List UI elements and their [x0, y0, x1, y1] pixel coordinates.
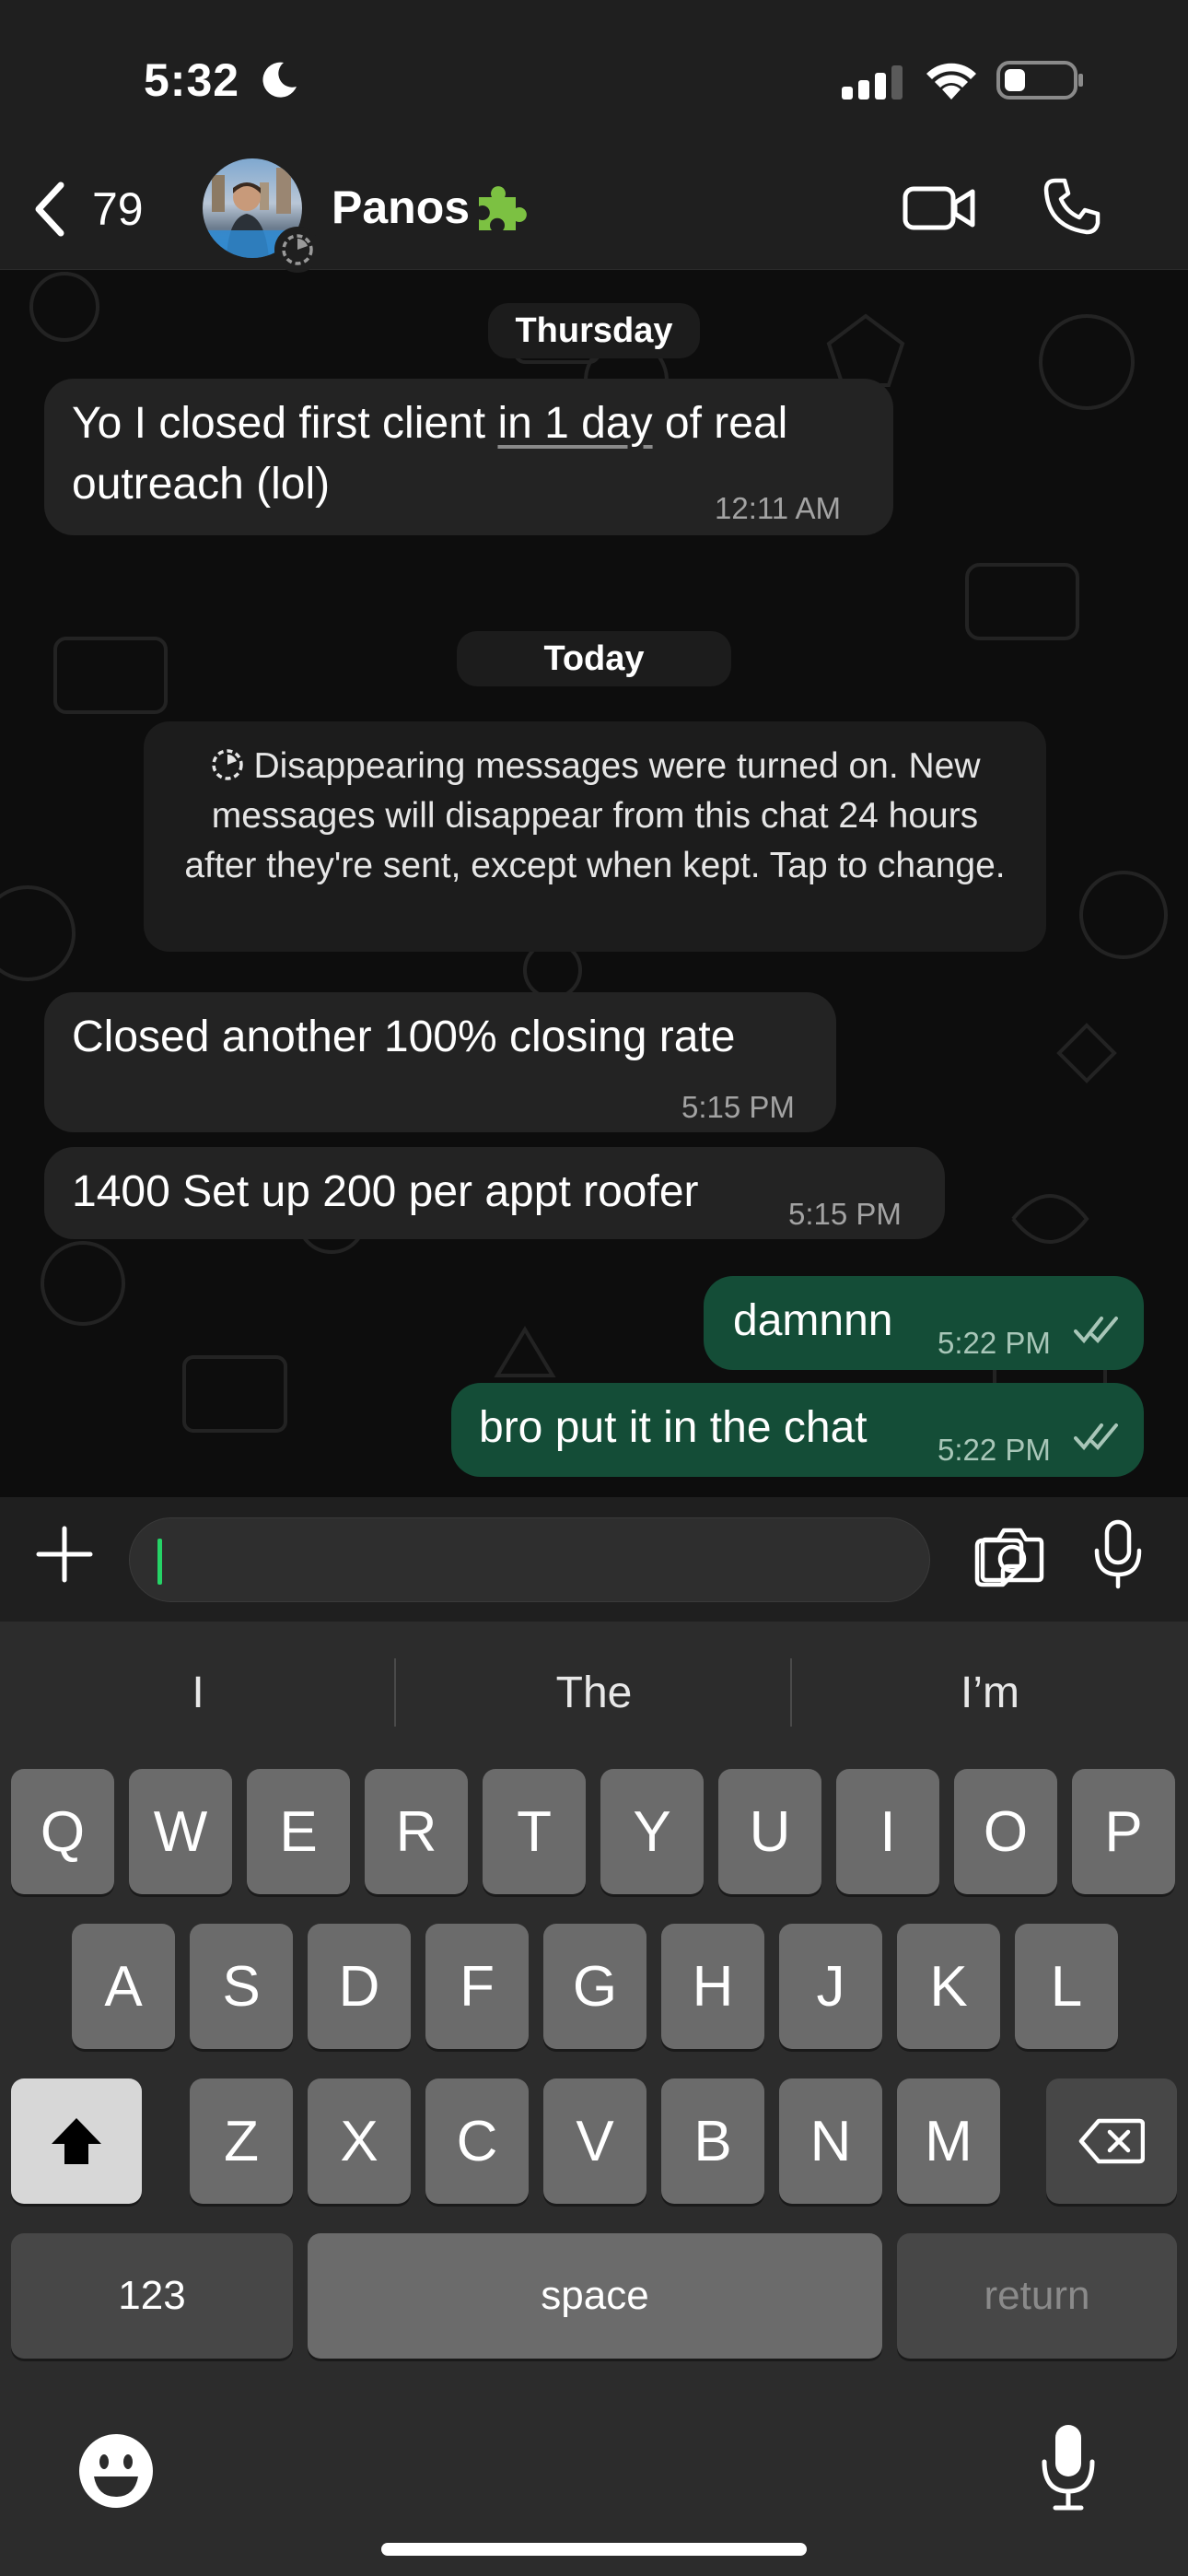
- key-y[interactable]: Y: [600, 1769, 704, 1894]
- numbers-key[interactable]: 123: [11, 2233, 293, 2359]
- message-input[interactable]: [129, 1517, 1024, 1602]
- key-v[interactable]: V: [543, 2078, 646, 2204]
- shift-key[interactable]: [11, 2078, 142, 2204]
- key-s[interactable]: S: [190, 1924, 293, 2049]
- message-composer: [0, 1497, 1188, 1622]
- dictation-mic-icon[interactable]: [1039, 2421, 1098, 2513]
- key-b[interactable]: B: [661, 2078, 764, 2204]
- key-u[interactable]: U: [718, 1769, 821, 1894]
- moon-icon: [262, 62, 297, 98]
- key-e[interactable]: E: [247, 1769, 350, 1894]
- suggestion-3[interactable]: I’m: [792, 1668, 1188, 1718]
- key-f[interactable]: F: [425, 1924, 529, 2049]
- key-z[interactable]: Z: [190, 2078, 293, 2204]
- video-call-icon[interactable]: [903, 181, 976, 236]
- key-w[interactable]: W: [129, 1769, 232, 1894]
- backspace-key[interactable]: [1046, 2078, 1177, 2204]
- message-text: Closed another 100% closing rate: [72, 1013, 736, 1061]
- read-receipt-icon: [1074, 1317, 1118, 1344]
- suggestion-1[interactable]: I: [0, 1668, 396, 1718]
- message-time: 5:15 PM: [681, 1090, 795, 1124]
- emoji-icon[interactable]: [76, 2430, 157, 2512]
- key-o[interactable]: O: [954, 1769, 1057, 1894]
- message-list[interactable]: Thursday Yo I closed first client in 1 d…: [0, 270, 1188, 1497]
- key-p[interactable]: P: [1072, 1769, 1175, 1894]
- wifi-icon: [926, 63, 976, 100]
- unread-count: 79: [92, 183, 144, 235]
- key-r[interactable]: R: [365, 1769, 468, 1894]
- home-indicator[interactable]: [381, 2543, 807, 2556]
- chevron-left-icon: [35, 181, 64, 237]
- disappearing-timer-icon: [274, 227, 320, 273]
- keyboard: I The I’m Q W E R T Y U I O P A S D F G …: [0, 1622, 1188, 2576]
- chat-header: 5:32 79 Panos: [0, 0, 1188, 273]
- message-text: damnnn: [733, 1296, 893, 1345]
- key-h[interactable]: H: [661, 1924, 764, 2049]
- key-a[interactable]: A: [72, 1924, 175, 2049]
- message-time: 5:15 PM: [788, 1197, 902, 1231]
- suggestion-2[interactable]: The: [396, 1668, 792, 1718]
- date-separator-thursday: Thursday: [488, 303, 700, 358]
- key-t[interactable]: T: [483, 1769, 586, 1894]
- status-time: 5:32: [144, 54, 240, 106]
- message-time: 5:22 PM: [938, 1433, 1051, 1467]
- disappearing-timer-icon: [212, 749, 244, 780]
- contact-name[interactable]: Panos: [332, 181, 470, 234]
- camera-icon[interactable]: [980, 1525, 1044, 1584]
- phone-call-icon[interactable]: [1042, 177, 1101, 236]
- key-n[interactable]: N: [779, 2078, 882, 2204]
- back-button[interactable]: 79: [31, 177, 144, 241]
- outgoing-message[interactable]: bro put it in the chat 5:22 PM: [451, 1383, 1144, 1477]
- key-l[interactable]: L: [1015, 1924, 1118, 2049]
- key-g[interactable]: G: [543, 1924, 646, 2049]
- return-key[interactable]: return: [897, 2233, 1177, 2359]
- key-q[interactable]: Q: [11, 1769, 114, 1894]
- predictive-text-bar: I The I’m: [0, 1622, 1188, 1760]
- date-separator-today: Today: [457, 631, 731, 686]
- date-link[interactable]: in 1 day: [497, 399, 652, 448]
- key-k[interactable]: K: [897, 1924, 1000, 2049]
- key-x[interactable]: X: [308, 2078, 411, 2204]
- incoming-message[interactable]: Yo I closed first client in 1 day of rea…: [44, 379, 893, 535]
- read-receipt-icon: [1074, 1423, 1118, 1451]
- incoming-message[interactable]: Closed another 100% closing rate 5:15 PM: [44, 992, 836, 1132]
- shift-icon: [52, 2118, 101, 2164]
- key-m[interactable]: M: [897, 2078, 1000, 2204]
- key-i[interactable]: I: [836, 1769, 939, 1894]
- key-c[interactable]: C: [425, 2078, 529, 2204]
- text-cursor: [157, 1539, 162, 1585]
- message-time: 12:11 AM: [715, 491, 841, 525]
- key-j[interactable]: J: [779, 1924, 882, 2049]
- backspace-icon: [1078, 2118, 1145, 2164]
- outgoing-message[interactable]: damnnn 5:22 PM: [704, 1276, 1144, 1370]
- message-text: bro put it in the chat: [479, 1403, 868, 1452]
- key-d[interactable]: D: [308, 1924, 411, 2049]
- message-time: 5:22 PM: [938, 1326, 1051, 1360]
- plus-icon[interactable]: [35, 1525, 94, 1584]
- space-key[interactable]: space: [308, 2233, 882, 2359]
- microphone-icon[interactable]: [1092, 1519, 1144, 1589]
- battery-icon: [996, 61, 1083, 100]
- message-text: 1400 Set up 200 per appt roofer: [72, 1167, 699, 1216]
- cellular-signal-icon: [842, 65, 903, 100]
- incoming-message[interactable]: 1400 Set up 200 per appt roofer 5:15 PM: [44, 1147, 945, 1239]
- puzzle-piece-icon: [479, 186, 527, 230]
- disappearing-messages-notice[interactable]: Disappearing messages were turned on. Ne…: [144, 721, 1046, 952]
